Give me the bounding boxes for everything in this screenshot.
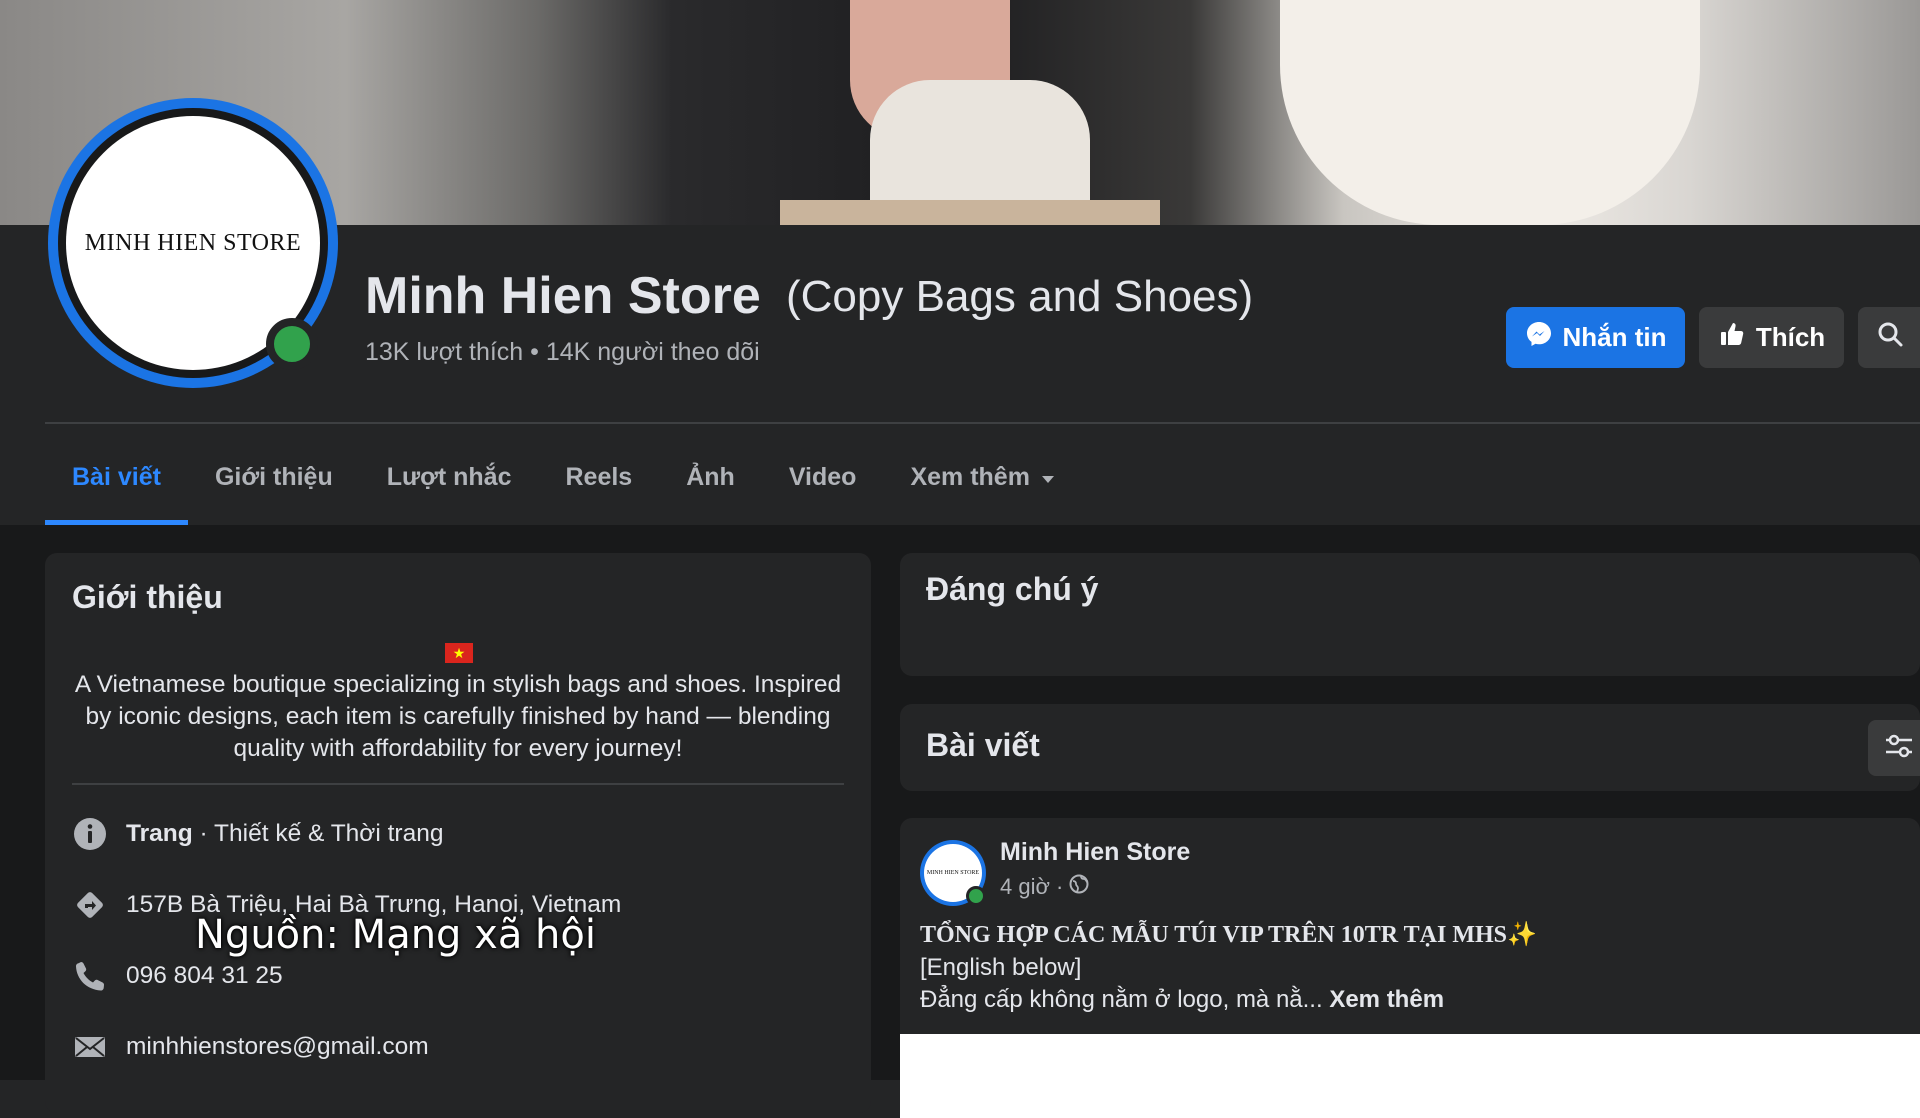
like-button-label: Thích bbox=[1755, 322, 1826, 352]
posts-title: Bài viết bbox=[926, 727, 1040, 763]
chevron-down-icon bbox=[1040, 463, 1056, 492]
intro-card: Giới thiệu ★ A Vietnamese boutique speci… bbox=[45, 553, 871, 1113]
tab-posts[interactable]: Bài viết bbox=[45, 430, 188, 525]
search-icon bbox=[1876, 320, 1904, 355]
vietnam-flag-icon: ★ bbox=[445, 643, 473, 663]
category-prefix: Trang bbox=[126, 820, 193, 847]
intro-bio: A Vietnamese boutique specializing in st… bbox=[74, 671, 842, 762]
phone-text: 096 804 31 25 bbox=[126, 962, 283, 989]
mail-icon bbox=[72, 1029, 108, 1065]
tab-more[interactable]: Xem thêm bbox=[883, 430, 1082, 525]
category-text: · Thiết kế & Thời trang bbox=[192, 820, 444, 847]
thumbs-up-icon bbox=[1718, 320, 1746, 355]
notable-card: Đáng chú ý bbox=[900, 553, 1920, 676]
source-watermark: Nguồn: Mạng xã hội bbox=[195, 912, 596, 958]
filter-button[interactable] bbox=[1868, 720, 1920, 776]
message-button-label: Nhắn tin bbox=[1562, 322, 1667, 352]
tab-label: Lượt nhắc bbox=[386, 463, 512, 491]
notable-title: Đáng chú ý bbox=[926, 571, 1099, 607]
post-text-line: [English below] bbox=[920, 954, 1082, 981]
post-headline: TỔNG HỢP CÁC MẪU TÚI VIP TRÊN 10TR TẠI M… bbox=[920, 922, 1537, 948]
globe-icon bbox=[1069, 874, 1089, 900]
tab-label: Reels bbox=[565, 463, 633, 491]
page-title: Minh Hien Store bbox=[365, 267, 761, 325]
like-button[interactable]: Thích bbox=[1699, 307, 1844, 368]
header-divider bbox=[45, 422, 1920, 424]
post-online-dot bbox=[966, 886, 986, 906]
post-card: MINH HIEN STORE Minh Hien Store 4 giờ · … bbox=[900, 818, 1920, 1118]
intro-title: Giới thiệu bbox=[72, 579, 223, 615]
tab-label: Bài viết bbox=[72, 463, 161, 491]
post-image[interactable] bbox=[900, 1034, 1920, 1118]
intro-divider bbox=[72, 783, 844, 785]
post-time[interactable]: 4 giờ · bbox=[1000, 874, 1063, 900]
post-meta: 4 giờ · bbox=[1000, 874, 1089, 900]
posts-header-card: Bài viết bbox=[900, 704, 1920, 791]
page-alternate-name: (Copy Bags and Shoes) bbox=[786, 272, 1254, 321]
search-button[interactable] bbox=[1858, 307, 1920, 368]
message-button[interactable]: Nhắn tin bbox=[1506, 307, 1685, 368]
email-row[interactable]: minhhienstores@gmail.com bbox=[72, 1029, 429, 1065]
tab-photos[interactable]: Ảnh bbox=[659, 430, 762, 525]
online-status-dot bbox=[266, 318, 318, 370]
email-text: minhhienstores@gmail.com bbox=[126, 1033, 429, 1060]
see-more-link[interactable]: Xem thêm bbox=[1329, 986, 1444, 1013]
tab-label: Video bbox=[788, 463, 857, 491]
page-tabs: Bài viết Giới thiệu Lượt nhắc Reels Ảnh … bbox=[45, 430, 1083, 525]
phone-icon bbox=[72, 958, 108, 994]
location-icon bbox=[72, 887, 108, 923]
post-author[interactable]: Minh Hien Store bbox=[1000, 838, 1190, 867]
tab-label: Giới thiệu bbox=[214, 463, 333, 491]
filter-icon bbox=[1884, 733, 1914, 764]
info-icon bbox=[72, 816, 108, 852]
post-text-line: Đẳng cấp không nằm ở logo, mà nằ... Xem … bbox=[920, 986, 1444, 1014]
messenger-icon bbox=[1525, 320, 1553, 355]
tab-about[interactable]: Giới thiệu bbox=[188, 430, 360, 525]
phone-row[interactable]: 096 804 31 25 bbox=[72, 958, 283, 994]
tab-label: Xem thêm bbox=[910, 463, 1030, 491]
page-stats[interactable]: 13K lượt thích • 14K người theo dõi bbox=[365, 338, 760, 367]
tab-videos[interactable]: Video bbox=[762, 430, 884, 525]
logo-text: MINH HIEN STORE bbox=[84, 229, 302, 256]
category-row: Trang · Thiết kế & Thời trang bbox=[72, 816, 443, 852]
tab-label: Ảnh bbox=[686, 463, 735, 491]
tab-mentions[interactable]: Lượt nhắc bbox=[360, 430, 539, 525]
post-avatar-logo: MINH HIEN STORE bbox=[926, 870, 980, 876]
tab-reels[interactable]: Reels bbox=[539, 430, 660, 525]
post-excerpt: Đẳng cấp không nằm ở logo, mà nằ... bbox=[920, 986, 1323, 1013]
